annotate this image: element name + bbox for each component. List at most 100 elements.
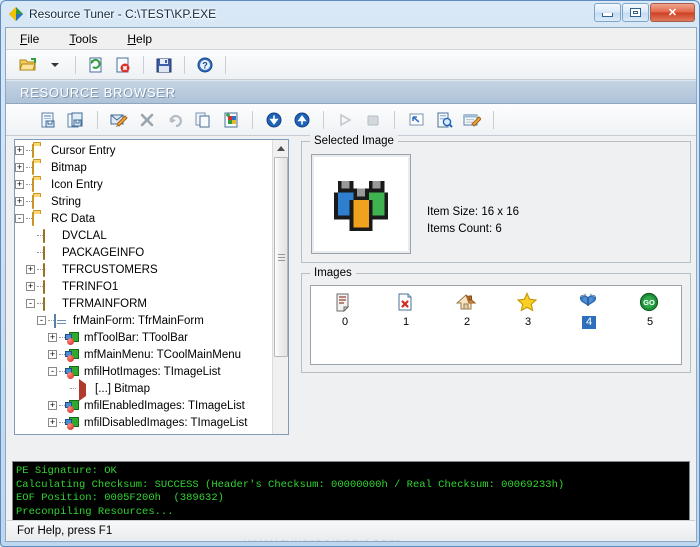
images-group: Images 0 1 2 3 4 GO 5 xyxy=(301,267,691,373)
image-list[interactable]: 0 1 2 3 4 GO 5 xyxy=(310,285,682,365)
tree-node[interactable]: + Cursor Entry xyxy=(15,142,273,159)
items-count-label: Items Count: 6 xyxy=(427,223,502,235)
rcdata-icon xyxy=(43,296,59,311)
tree-node[interactable]: + Bitmap xyxy=(15,159,273,176)
title-bar: Resource Tuner - C:\TEST\KP.EXE ✕ xyxy=(1,1,699,27)
browser-toolbar xyxy=(6,104,696,136)
tree-node[interactable]: + mfToolBar: TToolBar xyxy=(15,329,273,346)
minimize-button[interactable] xyxy=(594,3,621,22)
svg-text:GO: GO xyxy=(643,298,655,307)
save-icon[interactable] xyxy=(152,53,176,77)
tree-node[interactable]: + Icon Entry xyxy=(15,176,273,193)
tree-node[interactable]: + mfMainMenu: TCoolMainMenu xyxy=(15,346,273,363)
folder-open-icon xyxy=(32,211,48,226)
tree-toggle-collapse-icon[interactable]: - xyxy=(37,316,46,325)
tree-node-label: TFRINFO1 xyxy=(62,280,119,293)
rcdata-icon xyxy=(43,228,59,243)
tree-scrollbar[interactable] xyxy=(272,140,288,434)
close-file-icon[interactable] xyxy=(111,53,135,77)
add-resource-icon[interactable] xyxy=(219,108,243,132)
tree-node[interactable]: DVCLAL xyxy=(15,227,273,244)
image-list-item[interactable]: 4 xyxy=(564,292,614,329)
tree-node[interactable]: - RC Data xyxy=(15,210,273,227)
tree-node[interactable]: [...] Bitmap xyxy=(15,378,273,401)
tree-node[interactable]: + mfilEnabledImages: TImageList xyxy=(15,397,273,414)
tree-toggle-expand-icon[interactable]: + xyxy=(26,265,35,274)
close-button[interactable]: ✕ xyxy=(650,3,695,22)
tree-toggle-expand-icon[interactable]: + xyxy=(48,401,57,410)
tree-toggle-collapse-icon[interactable]: - xyxy=(26,299,35,308)
tree-node-label: RC Data xyxy=(51,212,96,225)
tree-node[interactable]: + String xyxy=(15,193,273,210)
image-list-item[interactable]: 1 xyxy=(381,292,431,329)
star-favorite-icon xyxy=(516,292,539,314)
tree-node-label: mfilHotImages: TImageList xyxy=(84,365,221,378)
diamond-logo-icon xyxy=(8,6,24,22)
status-bar: For Help, press F1 xyxy=(7,520,695,540)
tree-toggle-expand-icon[interactable]: + xyxy=(15,197,24,206)
tree-toggle-expand-icon[interactable]: + xyxy=(26,282,35,291)
undo-icon[interactable] xyxy=(163,108,187,132)
tree-toggle-expand-icon[interactable]: + xyxy=(48,350,57,359)
maximize-button[interactable] xyxy=(622,3,649,22)
copy-icon[interactable] xyxy=(191,108,215,132)
rcdata-icon xyxy=(43,262,59,277)
status-text: For Help, press F1 xyxy=(17,524,113,537)
dropdown-caret-icon[interactable] xyxy=(43,53,67,77)
rcdata-icon xyxy=(43,279,59,294)
stop-icon[interactable] xyxy=(361,108,385,132)
tree-toggle-expand-icon[interactable]: + xyxy=(48,333,57,342)
help-icon[interactable]: ? xyxy=(193,53,217,77)
export-up-icon[interactable] xyxy=(290,108,314,132)
application-window: Resource Tuner - C:\TEST\KP.EXE ✕ File T… xyxy=(0,0,700,547)
tree-toggle-collapse-icon[interactable]: - xyxy=(15,214,24,223)
extract-all-icon[interactable] xyxy=(64,108,88,132)
tree-node[interactable]: + TFRINFO1 xyxy=(15,278,273,295)
toolbar-separator xyxy=(225,55,226,74)
run-icon[interactable] xyxy=(333,108,357,132)
menu-item-help[interactable]: Help xyxy=(123,30,156,48)
resource-tree[interactable]: + Cursor Entry + Bitmap + Icon Entry + String - R… xyxy=(15,142,273,431)
tree-toggle-expand-icon[interactable]: + xyxy=(48,418,57,427)
properties-icon[interactable] xyxy=(460,108,484,132)
tree-toggle-expand-icon[interactable]: + xyxy=(15,180,24,189)
component-icon xyxy=(65,331,81,345)
tree-node[interactable]: - TFRMAINFORM xyxy=(15,295,273,312)
component-icon xyxy=(65,348,81,362)
open-file-icon[interactable] xyxy=(16,53,40,77)
image-list-item[interactable]: 0 xyxy=(320,292,370,329)
folder-icon xyxy=(32,143,48,158)
tree-toggle-collapse-icon[interactable]: - xyxy=(48,367,57,376)
search-resource-icon[interactable] xyxy=(432,108,456,132)
import-down-icon[interactable] xyxy=(262,108,286,132)
image-list-item[interactable]: 2 xyxy=(442,292,492,329)
tree-node[interactable]: - frMainForm: TfrMainForm xyxy=(15,312,273,329)
scroll-up-arrow-icon[interactable] xyxy=(273,140,288,156)
edit-resource-icon[interactable] xyxy=(107,108,131,132)
tree-toggle-expand-icon[interactable]: + xyxy=(15,163,24,172)
extract-resource-icon[interactable] xyxy=(36,108,60,132)
image-list-item[interactable]: GO 5 xyxy=(625,292,675,329)
menu-item-file[interactable]: File xyxy=(16,30,43,48)
scrollbar-thumb[interactable] xyxy=(274,157,288,357)
resource-tree-panel[interactable]: + Cursor Entry + Bitmap + Icon Entry + String - R… xyxy=(14,139,289,435)
image-index-label: 2 xyxy=(463,316,471,328)
tree-node[interactable]: + mfilDisabledImages: TImageList xyxy=(15,414,273,431)
refresh-file-icon[interactable] xyxy=(84,53,108,77)
tree-node[interactable]: + TFRCUSTOMERS xyxy=(15,261,273,278)
tree-node[interactable]: - mfilHotImages: TImageList xyxy=(15,363,273,380)
delete-resource-icon[interactable] xyxy=(135,108,159,132)
toolbar-separator xyxy=(143,55,144,74)
image-index-label: 0 xyxy=(341,316,349,328)
menu-item-tools[interactable]: Tools xyxy=(65,30,101,48)
toolbar-separator xyxy=(394,110,395,129)
folder-icon xyxy=(32,177,48,192)
section-title: RESOURCE BROWSER xyxy=(20,84,176,100)
expand-view-icon[interactable] xyxy=(404,108,428,132)
image-list-item[interactable]: 3 xyxy=(503,292,553,329)
selected-image-group: Selected Image Item Size: 16 x 16 Items … xyxy=(301,135,691,263)
tree-toggle-expand-icon[interactable]: + xyxy=(15,146,24,155)
image-preview[interactable] xyxy=(311,154,411,254)
tree-node[interactable]: PACKAGEINFO xyxy=(15,244,273,261)
tree-node-label: mfilEnabledImages: TImageList xyxy=(84,399,245,412)
